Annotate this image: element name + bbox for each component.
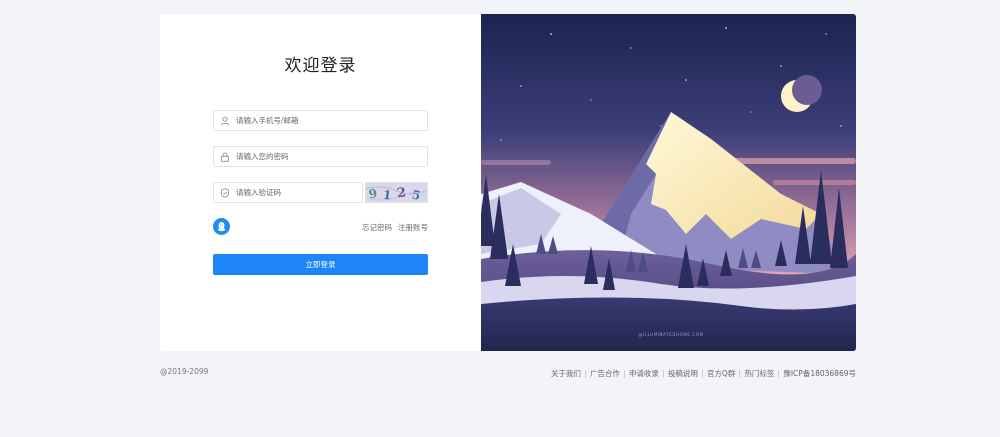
captcha-image[interactable]: 9 1 2 5 [365,182,428,203]
divider [623,369,625,378]
footer-link-icp[interactable]: 豫ICP备18036869号 [783,368,856,379]
footer-link-about[interactable]: 关于我们 [551,368,581,379]
username-field[interactable] [213,110,428,131]
divider [778,369,780,378]
mountain-illustration: @ILLUMINATEDHOME.COM [477,14,856,351]
divider [701,369,703,378]
shield-icon [214,183,236,202]
copyright: @2019-2099 [160,367,209,376]
auth-links: 忘记密码 注册账号 [362,222,428,233]
page-title: 欢迎登录 [284,56,357,76]
qq-login-button[interactable] [213,218,230,235]
user-icon [214,111,236,130]
login-form: 欢迎登录 9 1 2 [160,14,481,351]
footer-link-contribute[interactable]: 投稿说明 [668,368,698,379]
footer-link-tags[interactable]: 热门标签 [744,368,774,379]
divider [739,369,741,378]
password-field[interactable] [213,146,428,167]
footer-link-qq-group[interactable]: 官方Q群 [707,368,735,379]
captcha-field[interactable] [213,182,363,203]
password-input[interactable] [236,147,427,166]
qq-icon [216,217,227,236]
divider [584,369,586,378]
illustration-watermark: @ILLUMINATEDHOME.COM [638,332,703,337]
svg-text:2: 2 [396,186,407,202]
footer-link-submit-site[interactable]: 申请收录 [629,368,659,379]
captcha-input[interactable] [236,183,362,202]
username-input[interactable] [236,111,427,130]
footer-links: 关于我们 广告合作 申请收录 投稿说明 官方Q群 热门标签 豫ICP备18036… [551,368,856,379]
login-button[interactable]: 立即登录 [213,254,428,275]
register-link[interactable]: 注册账号 [398,223,428,232]
lock-icon [214,147,236,166]
forgot-password-link[interactable]: 忘记密码 [362,223,392,232]
login-card: 欢迎登录 9 1 2 [160,14,856,351]
divider [662,369,664,378]
footer-link-ads[interactable]: 广告合作 [590,368,620,379]
